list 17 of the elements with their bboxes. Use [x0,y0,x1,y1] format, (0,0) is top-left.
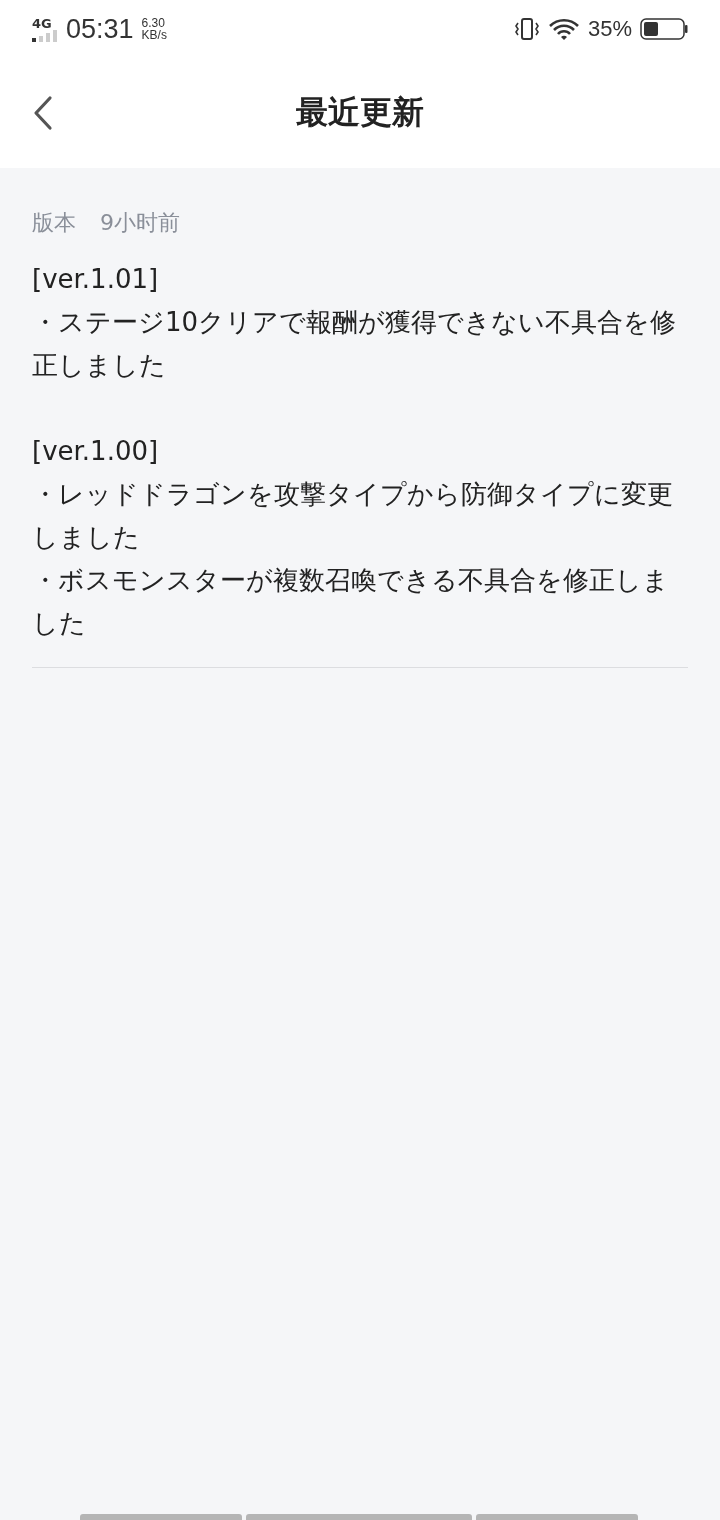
network-speed: 6.30 [141,17,166,29]
signal-icon [32,29,58,42]
battery-level: 35% [587,16,632,42]
change-note: ・ボスモンスターが複数召喚できる不具合を修正しました [32,564,670,640]
change-note: ・ステージ10クリアで報酬が獲得できない不具合を修正しました [32,306,678,382]
wifi-icon [547,17,580,41]
speed-unit: KB/s [141,29,167,41]
network-type: 4G [32,16,52,30]
change-note: ・レッドドラゴンを攻撃タイプから防御タイプに変更しました [32,478,674,554]
version-heading: [ver.1.01] [32,263,160,296]
update-time: 9小时前 [100,209,180,237]
battery-icon [640,18,688,40]
page-title: 最近更新 [296,92,424,133]
version-label: 版本 [32,209,76,237]
clock: 05:31 [66,13,134,45]
version-heading: [ver.1.00] [32,435,160,468]
vibrate-icon [513,17,540,41]
